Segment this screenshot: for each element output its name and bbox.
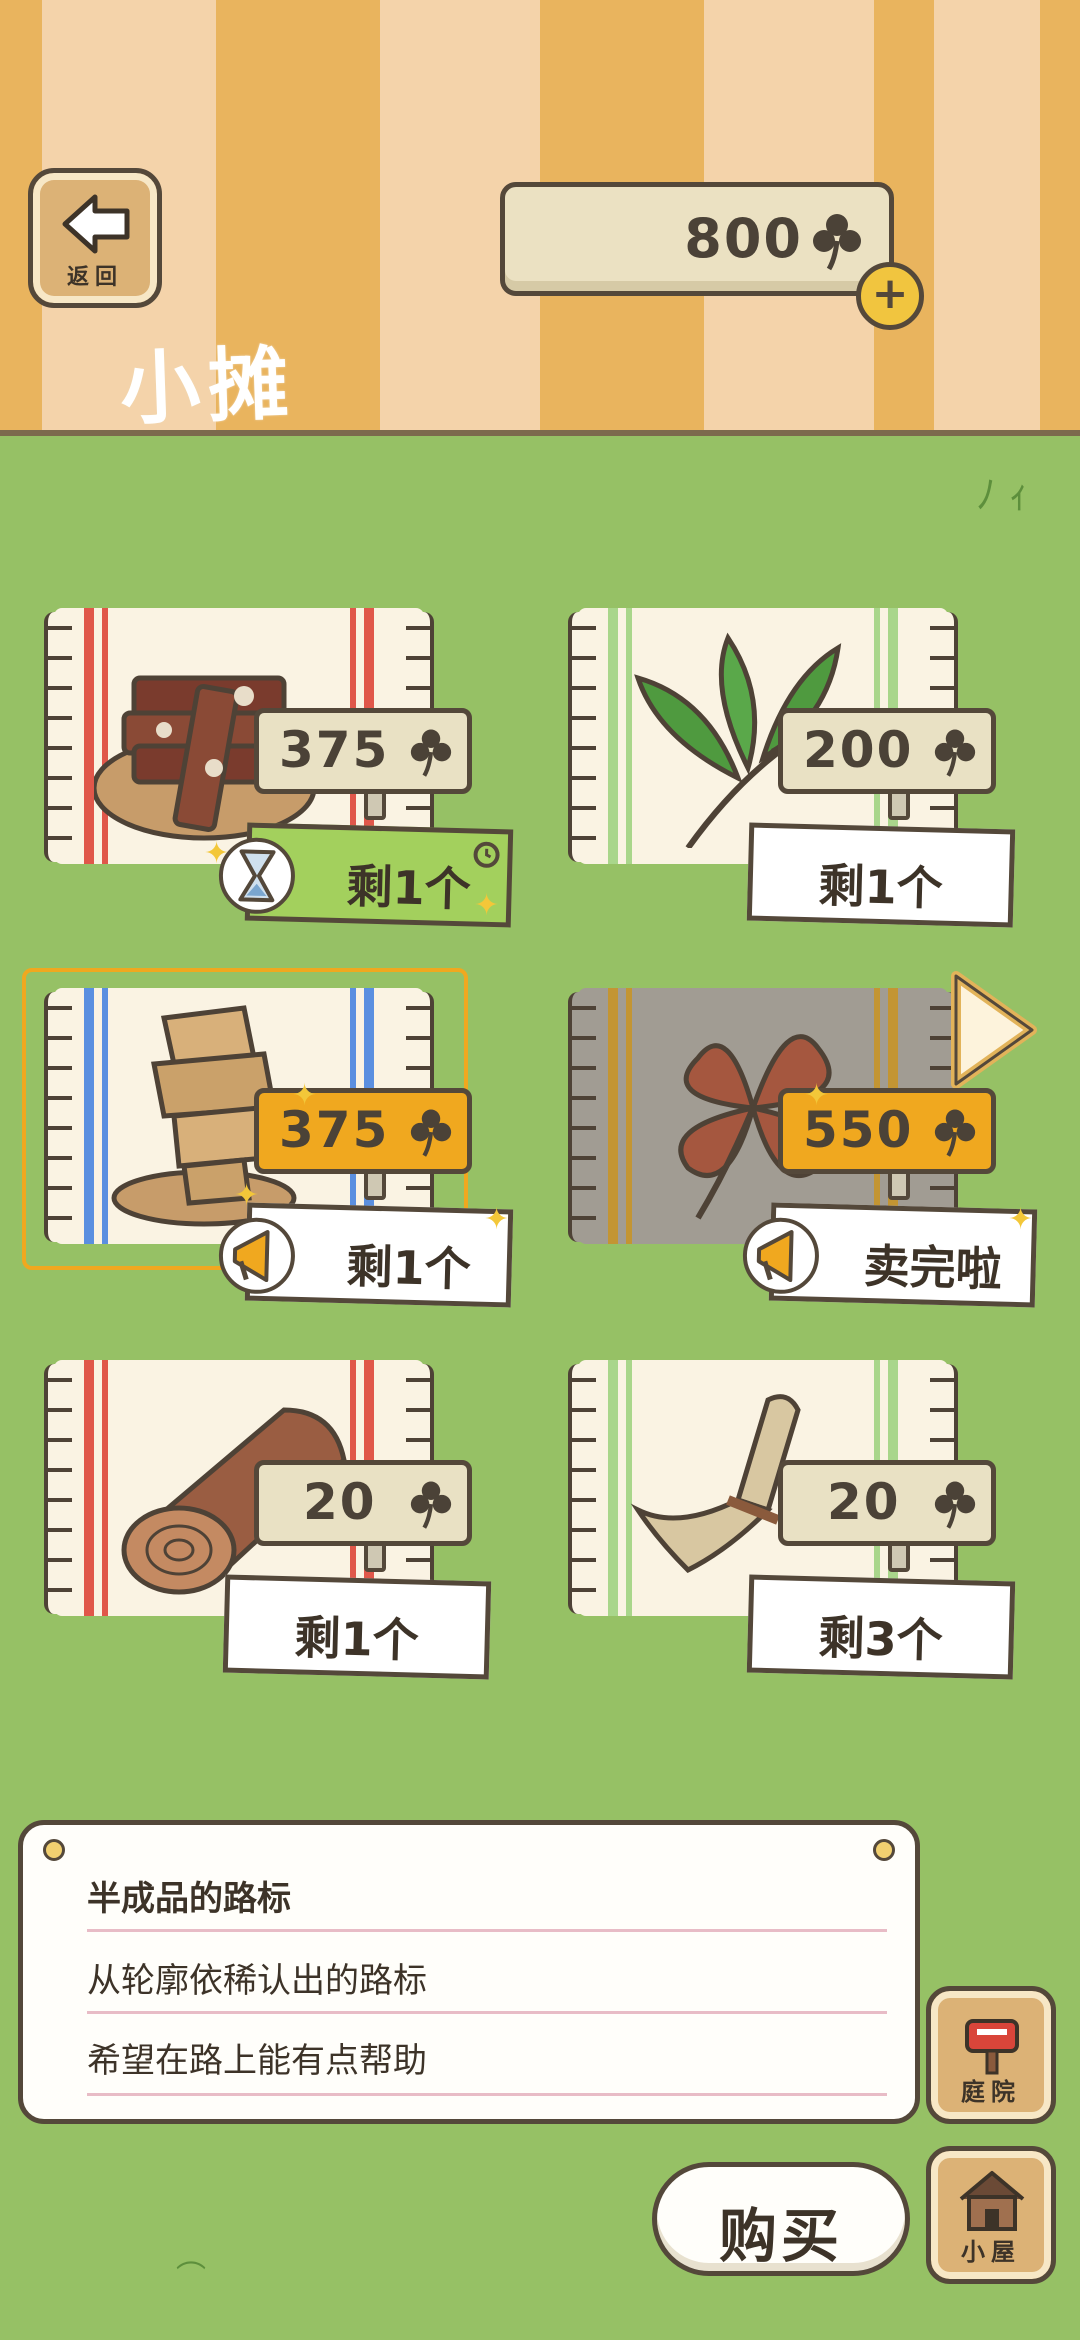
price-value: 200 (803, 721, 914, 779)
yard-button[interactable]: 庭院 (926, 1986, 1056, 2124)
buy-label: 购买 (718, 2202, 843, 2270)
stock-label: 卖完啦 (862, 1238, 1003, 1297)
product-card-selected[interactable]: 375 剩1个 ✦ ✦ ✦ (22, 968, 514, 1308)
ruled-line (87, 1929, 887, 1932)
ruled-line (87, 2093, 887, 2096)
tag-pin (888, 1170, 910, 1200)
clover-icon (410, 1109, 452, 1157)
tag-pin (888, 790, 910, 820)
stock-label-box: 剩1个 (746, 822, 1016, 928)
pin-icon (873, 1839, 895, 1861)
grass-tuft: ﾉ ｨ (976, 472, 1029, 518)
sparkle-icon: ✦ (1008, 1202, 1034, 1237)
product-card-soldout[interactable]: 550 卖完啦 ✦ ✦ (558, 971, 1038, 1308)
price-value: 375 (279, 721, 390, 779)
stock-label-box: 剩1个 (218, 1202, 514, 1308)
back-button[interactable]: 返回 (28, 168, 162, 308)
megaphone-icon (218, 1217, 295, 1294)
price-value: 20 (827, 1473, 901, 1531)
tag-pin (364, 1170, 386, 1200)
stock-label-box: 剩1个 (222, 1574, 492, 1680)
house-icon (959, 2171, 1025, 2231)
stock-label-box: 剩1个 (218, 822, 514, 928)
price-tag: 375 (254, 708, 472, 794)
currency-display: 800 (500, 182, 894, 296)
clover-icon (410, 1481, 452, 1529)
add-currency-button[interactable]: + (856, 262, 924, 330)
house-button[interactable]: 小屋 (926, 2146, 1056, 2284)
ruled-line (87, 2011, 887, 2014)
price-tag: 20 (254, 1460, 472, 1546)
currency-value: 800 (684, 207, 803, 270)
clover-icon (813, 214, 861, 271)
clock-icon (473, 841, 500, 868)
stock-label: 剩1个 (293, 1610, 420, 1668)
item-description-line: 从轮廓依稀认出的路标 (87, 1961, 427, 2001)
stock-label: 剩3个 (817, 1610, 944, 1668)
stock-label: 剩1个 (345, 1239, 472, 1297)
mailbox-icon (965, 2019, 1019, 2075)
clover-icon (934, 1109, 976, 1157)
pin-icon (43, 1839, 65, 1861)
clover-icon (934, 729, 976, 777)
price-tag: 200 (778, 708, 996, 794)
sparkle-icon: ✦ (204, 836, 230, 871)
clover-icon (410, 729, 452, 777)
yard-label: 庭院 (961, 2078, 1021, 2106)
product-card[interactable]: 20 剩1个 (34, 1350, 504, 1680)
product-card[interactable]: 200 剩1个 (558, 598, 1028, 928)
back-label: 返回 (66, 265, 123, 290)
item-name: 半成品的路标 (87, 1879, 291, 1919)
product-card[interactable]: 20 剩3个 (558, 1350, 1028, 1680)
stock-label-box: 卖完啦 (742, 1202, 1038, 1308)
header-stripe (1040, 0, 1080, 432)
sparkle-icon: ✦ (804, 1078, 830, 1113)
sparkle-icon: ✦ (292, 1078, 318, 1113)
sparkle-icon: ✦ (474, 888, 500, 923)
tag-pin (364, 1542, 386, 1572)
price-tag: 20 (778, 1460, 996, 1546)
sparkle-icon: ✦ (484, 1202, 510, 1237)
tag-pin (364, 790, 386, 820)
clover-icon (934, 1481, 976, 1529)
house-label: 小屋 (961, 2238, 1021, 2266)
price-value: 20 (303, 1473, 377, 1531)
megaphone-icon (742, 1217, 819, 1294)
item-description-line: 希望在路上能有点帮助 (87, 2041, 427, 2081)
tag-pin (888, 1542, 910, 1572)
price-tag: 375 (254, 1088, 472, 1174)
next-arrow-icon[interactable] (950, 970, 1040, 1090)
sparkle-icon: ✦ (234, 1178, 260, 1213)
back-arrow-icon (62, 194, 130, 254)
grass-tuft: ⌒ (176, 2260, 206, 2295)
product-card[interactable]: 375 剩1个 ✦ ✦ (34, 598, 514, 928)
page-title: 小摊 (118, 336, 298, 437)
stock-label: 剩1个 (817, 858, 944, 916)
buy-button[interactable]: 购买 (652, 2162, 910, 2276)
stock-label-box: 剩3个 (746, 1574, 1016, 1680)
item-description-panel: 半成品的路标 从轮廓依稀认出的路标 希望在路上能有点帮助 (18, 1820, 920, 2124)
